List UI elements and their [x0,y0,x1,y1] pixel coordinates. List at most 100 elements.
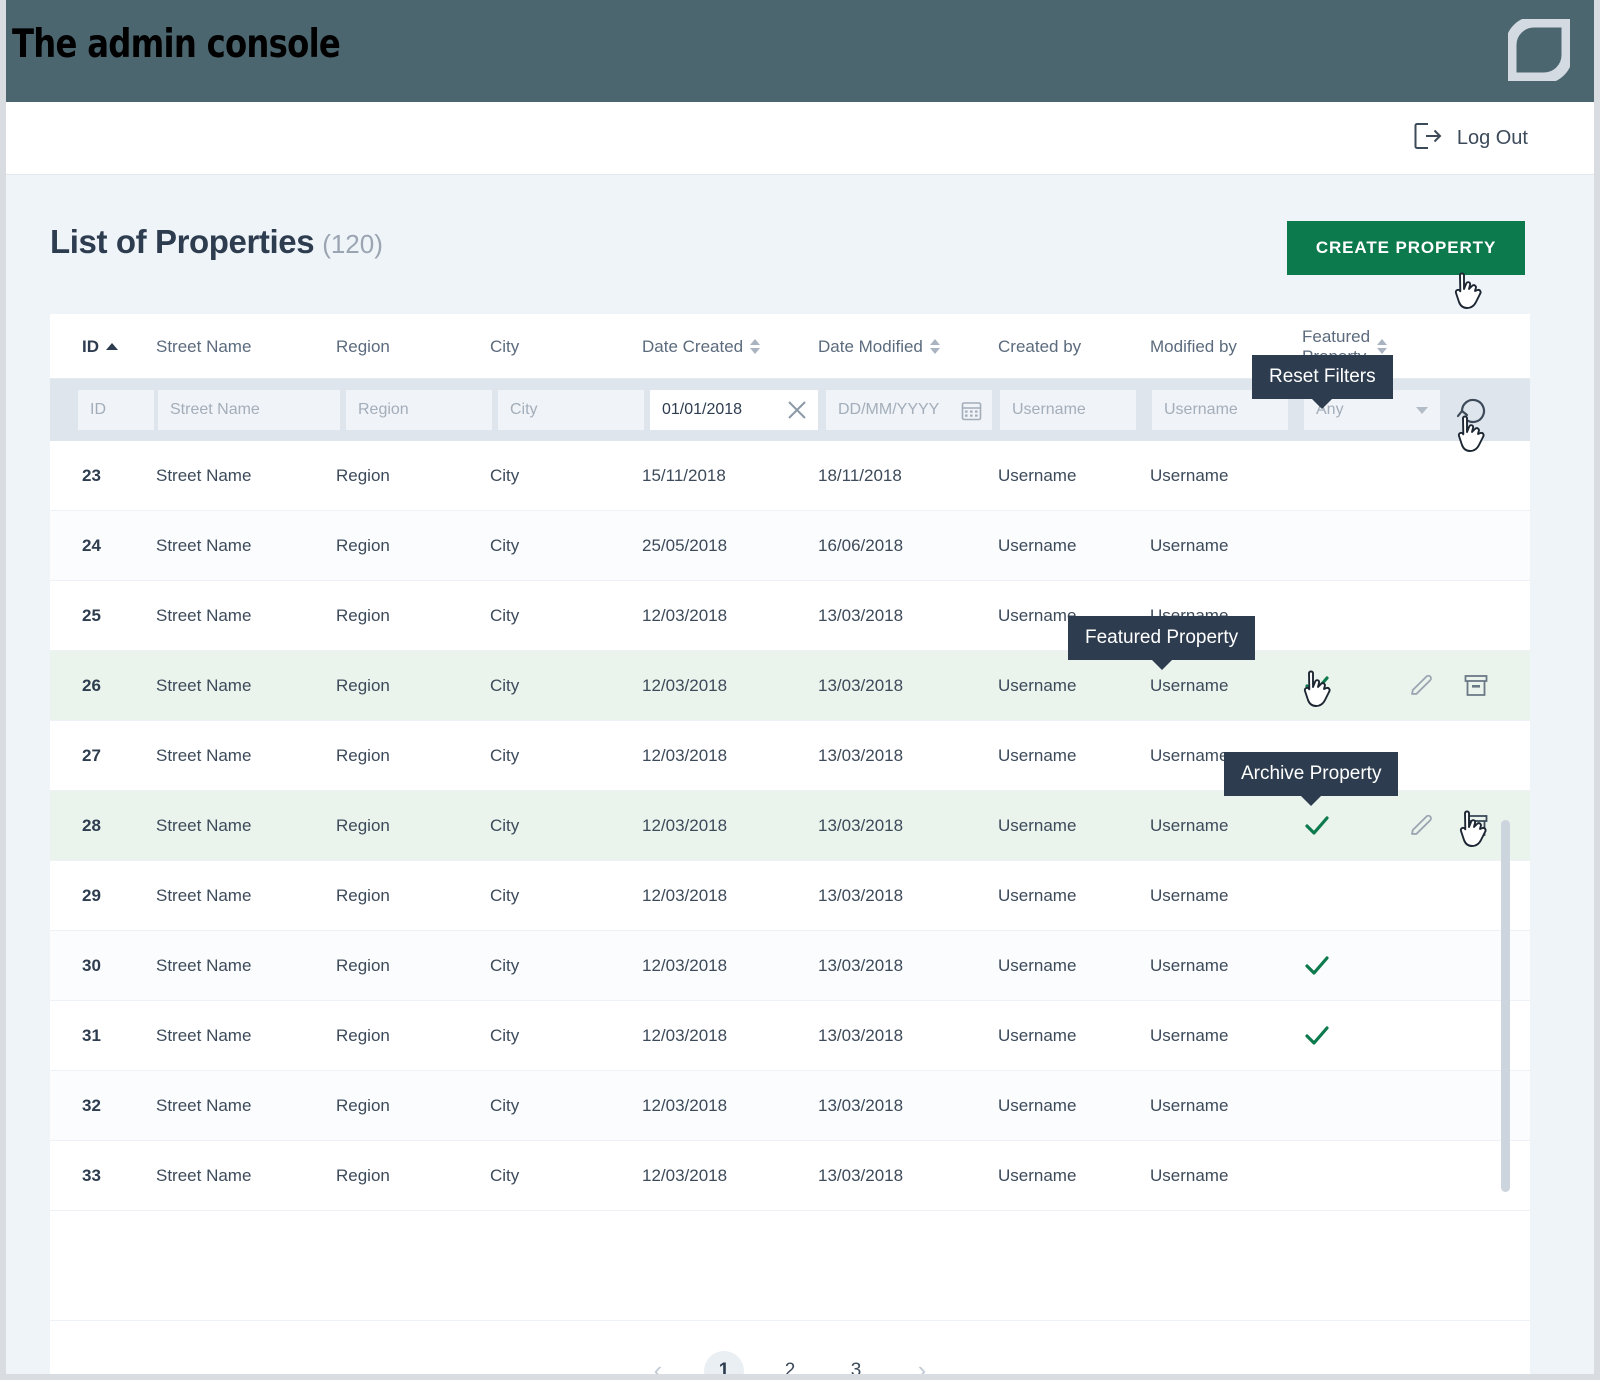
column-header-modified-by[interactable]: Modified by [1150,314,1237,379]
cell-date-created: 12/03/2018 [642,816,728,835]
table-row[interactable]: 32 Street Name Region City 12/03/2018 13… [50,1071,1530,1141]
cell-city: City [490,466,520,485]
cell-street-name: Street Name [156,956,252,975]
cell-region: Region [336,466,390,485]
cell-id: 23 [82,466,101,485]
cell-date-created: 12/03/2018 [642,1026,728,1045]
table-row[interactable]: 25 Street Name Region City 12/03/2018 13… [50,581,1530,651]
pagination-page-2[interactable]: 2 [770,1351,810,1375]
table-body: 23 Street Name Region City 15/11/2018 18… [50,441,1530,1211]
sort-both-icon [929,339,940,354]
table-row[interactable]: 29 Street Name Region City 12/03/2018 13… [50,861,1530,931]
cell-street-name: Street Name [156,1096,252,1115]
pagination-page-3[interactable]: 3 [836,1351,876,1375]
filter-input-id[interactable] [78,390,154,430]
filter-cell-street-name [158,390,340,430]
table-row[interactable]: 33 Street Name Region City 12/03/2018 13… [50,1141,1530,1211]
filter-input-created-by[interactable] [1000,390,1136,430]
cell-created-by: Username [998,1166,1077,1185]
filter-cell-created-by [1000,390,1136,430]
cell-date-modified: 13/03/2018 [818,886,904,905]
cell-id: 25 [82,606,101,625]
table-row[interactable]: 30 Street Name Region City 12/03/2018 13… [50,931,1530,1001]
pagination-prev[interactable]: ‹ [638,1351,678,1374]
archive-property-button[interactable] [1462,651,1490,721]
cell-street-name: Street Name [156,466,252,485]
cell-date-modified: 13/03/2018 [818,1166,904,1185]
featured-property-indicator [1304,1001,1330,1071]
filter-cell-date-created [650,390,818,430]
chevron-down-icon [1416,406,1428,414]
table-vertical-scrollbar[interactable] [1501,820,1510,1192]
featured-property-indicator [1304,931,1330,1001]
cell-date-created: 12/03/2018 [642,956,728,975]
cell-date-modified: 18/11/2018 [818,466,902,485]
table-row[interactable]: 26 Street Name Region City 12/03/2018 13… [50,651,1530,721]
featured-line-1: Featured [1302,326,1371,346]
cell-city: City [490,1166,520,1185]
cell-modified-by: Username [1150,1096,1229,1115]
cell-modified-by: Username [1150,956,1229,975]
leaf-logo-icon [1505,16,1573,84]
cell-region: Region [336,536,390,555]
cell-created-by: Username [998,886,1077,905]
column-header-id[interactable]: ID [82,314,118,379]
sort-both-icon [750,339,761,354]
column-header-city[interactable]: City [490,314,519,379]
column-header-region[interactable]: Region [336,314,390,379]
featured-property-toggle[interactable] [1304,651,1330,721]
cell-street-name: Street Name [156,676,252,695]
cell-street-name: Street Name [156,606,252,625]
cell-id: 24 [82,536,101,555]
filter-input-region[interactable] [346,390,492,430]
cell-date-created: 12/03/2018 [642,1096,728,1115]
cell-modified-by: Username [1150,746,1229,765]
filter-cell-city [498,390,644,430]
cell-modified-by: Username [1150,466,1229,485]
cell-city: City [490,746,520,765]
cell-date-modified: 13/03/2018 [818,1026,904,1045]
logout-button[interactable]: Log Out [1413,122,1528,155]
edit-property-button[interactable] [1408,791,1436,861]
archive-property-button[interactable] [1462,791,1490,861]
column-header-date-created[interactable]: Date Created [642,314,761,379]
cell-created-by: Username [998,746,1077,765]
page-title: List of Properties [50,223,315,260]
cell-region: Region [336,956,390,975]
sort-both-icon [1377,339,1388,354]
table-row[interactable]: 24 Street Name Region City 25/05/2018 16… [50,511,1530,581]
filter-cell-id [78,390,154,430]
filter-input-street-name[interactable] [158,390,340,430]
cell-city: City [490,606,520,625]
clear-x-icon[interactable] [786,399,808,421]
create-property-button[interactable]: CREATE PROPERTY [1287,221,1525,275]
column-header-created-by[interactable]: Created by [998,314,1081,379]
cell-created-by: Username [998,1026,1077,1045]
table-row[interactable]: 23 Street Name Region City 15/11/2018 18… [50,441,1530,511]
cell-id: 26 [82,676,101,695]
cell-created-by: Username [998,536,1077,555]
reset-filters-button[interactable] [1454,392,1492,430]
app-title: The admin console [12,22,341,67]
cell-date-modified: 13/03/2018 [818,606,904,625]
cell-region: Region [336,1166,390,1185]
cell-street-name: Street Name [156,536,252,555]
cell-date-modified: 13/03/2018 [818,1096,904,1115]
pagination-next[interactable]: › [902,1351,942,1374]
cell-street-name: Street Name [156,1026,252,1045]
table-row[interactable]: 31 Street Name Region City 12/03/2018 13… [50,1001,1530,1071]
pagination-page-1[interactable]: 1 [704,1350,744,1374]
cell-id: 30 [82,956,101,975]
column-header-date-modified[interactable]: Date Modified [818,314,940,379]
sort-asc-icon [106,343,118,350]
tooltip-featured-property: Featured Property [1068,616,1256,670]
filter-input-city[interactable] [498,390,644,430]
edit-property-button[interactable] [1408,651,1436,721]
column-header-street-name[interactable]: Street Name [156,314,251,379]
cell-created-by: Username [998,816,1077,835]
cell-street-name: Street Name [156,886,252,905]
cell-city: City [490,956,520,975]
cell-city: City [490,816,520,835]
calendar-icon[interactable] [961,400,982,421]
cell-date-modified: 16/06/2018 [818,536,904,555]
